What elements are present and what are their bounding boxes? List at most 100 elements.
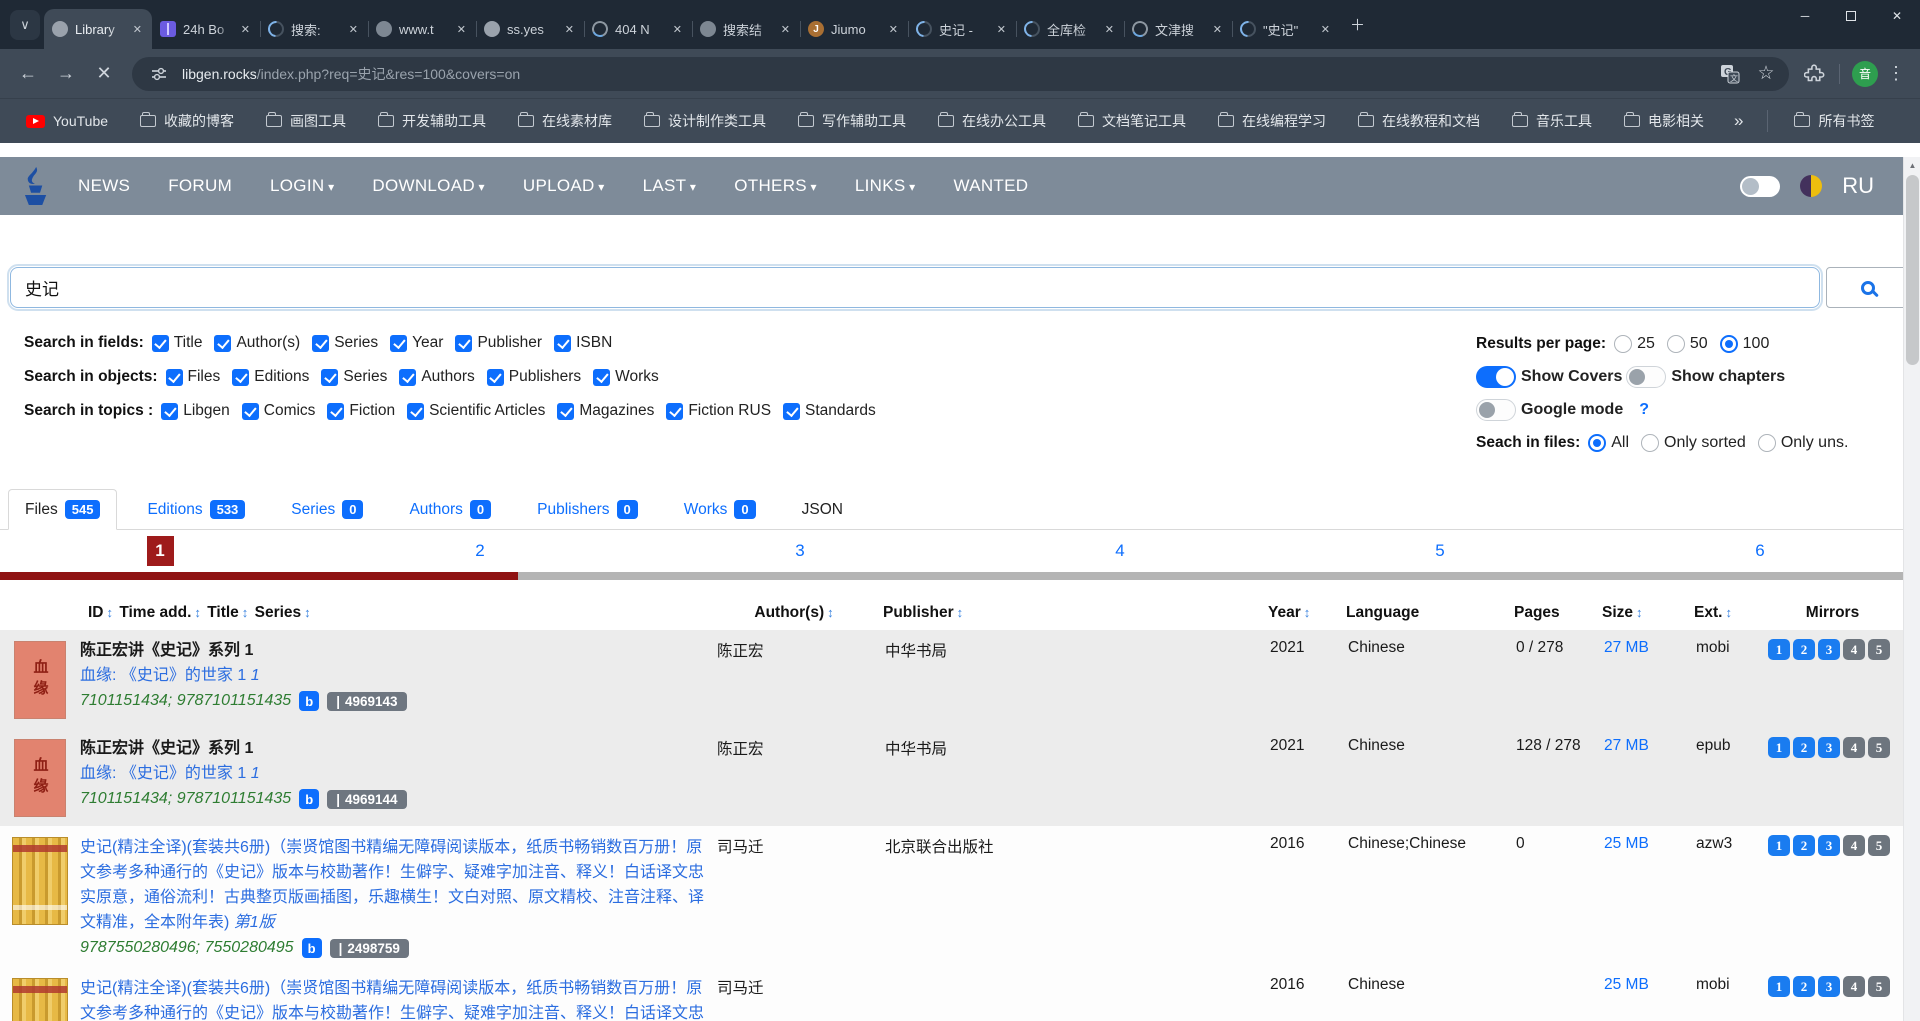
sort-id[interactable]: ID↕ <box>88 604 115 621</box>
nav-download[interactable]: DOWNLOAD <box>372 176 484 196</box>
search-input[interactable] <box>10 267 1820 308</box>
page-scrollbar[interactable]: ▲ <box>1903 157 1920 1021</box>
file-id-badge[interactable]: |4969144 <box>327 790 406 809</box>
page-6-link[interactable]: 6 <box>1755 541 1764 560</box>
object-series[interactable]: Series <box>321 368 387 386</box>
radio-icon[interactable] <box>1758 434 1776 452</box>
checkbox-checked-icon[interactable] <box>214 335 231 352</box>
mirror-3[interactable]: 3 <box>1818 737 1840 758</box>
object-works[interactable]: Works <box>593 368 659 386</box>
site-settings-icon[interactable] <box>146 61 172 87</box>
object-files[interactable]: Files <box>166 368 221 386</box>
topic-fiction-rus[interactable]: Fiction RUS <box>666 402 771 420</box>
checkbox-checked-icon[interactable] <box>554 335 571 352</box>
radio-icon[interactable] <box>1614 335 1632 353</box>
window-maximize-button[interactable] <box>1828 0 1874 32</box>
radio-icon[interactable] <box>1641 434 1659 452</box>
tab-series[interactable]: Series0 <box>275 490 379 529</box>
bookmark-folder[interactable]: 设计制作类工具 <box>632 106 778 136</box>
edition-label[interactable]: 第1版 <box>234 914 275 931</box>
window-close-button[interactable]: ✕ <box>1874 0 1920 32</box>
checkbox-checked-icon[interactable] <box>390 335 407 352</box>
mirror-2[interactable]: 2 <box>1793 639 1815 660</box>
url-text[interactable]: libgen.rocks/index.php?req=史记&res=100&co… <box>182 64 1707 84</box>
bookmark-folder[interactable]: 在线办公工具 <box>926 106 1058 136</box>
radio-icon[interactable] <box>1667 335 1685 353</box>
toggle-off-icon[interactable] <box>1626 366 1666 388</box>
filter-isbn[interactable]: ISBN <box>554 334 612 352</box>
show-chapters-toggle[interactable]: Show chapters <box>1626 366 1785 388</box>
page-2-link[interactable]: 2 <box>475 541 484 560</box>
object-authors[interactable]: Authors <box>399 368 474 386</box>
sif-all[interactable]: All <box>1588 434 1629 452</box>
checkbox-checked-icon[interactable] <box>455 335 472 352</box>
checkbox-checked-icon[interactable] <box>327 403 344 420</box>
nav-last[interactable]: LAST <box>643 176 697 196</box>
checkbox-checked-icon[interactable] <box>232 369 249 386</box>
tab-close-icon[interactable]: ✕ <box>779 21 792 38</box>
tab-close-icon[interactable]: ✕ <box>347 21 360 38</box>
topic-comics[interactable]: Comics <box>242 402 316 420</box>
libgen-logo-icon[interactable] <box>20 167 50 205</box>
scroll-up-arrow-icon[interactable]: ▲ <box>1904 157 1920 173</box>
sort-title[interactable]: Title↕ <box>207 604 250 621</box>
address-bar[interactable]: libgen.rocks/index.php?req=史记&res=100&co… <box>132 57 1789 91</box>
mirror-3[interactable]: 3 <box>1818 835 1840 856</box>
size-link[interactable]: 25 MB <box>1604 835 1649 852</box>
mirror-5[interactable]: 5 <box>1868 639 1890 660</box>
bookmark-folder[interactable]: 在线素材库 <box>506 106 624 136</box>
browser-tab-library[interactable]: Library ✕ <box>44 9 152 49</box>
sort-time-added[interactable]: Time add.↕ <box>119 604 203 621</box>
language-switch[interactable]: RU <box>1842 173 1874 199</box>
tab-close-icon[interactable]: ✕ <box>1211 21 1224 38</box>
book-cover[interactable] <box>12 978 68 1021</box>
toggle-on-icon[interactable] <box>1476 366 1516 388</box>
mirror-2[interactable]: 2 <box>1793 835 1815 856</box>
size-link[interactable]: 27 MB <box>1604 737 1649 754</box>
mirror-4[interactable]: 4 <box>1843 639 1865 660</box>
mirror-2[interactable]: 2 <box>1793 976 1815 997</box>
book-cover[interactable]: 血缘 <box>14 739 66 817</box>
tab-editions[interactable]: Editions533 <box>131 490 261 529</box>
biblio-badge[interactable]: b <box>299 789 319 809</box>
search-button[interactable] <box>1826 267 1910 308</box>
nav-login[interactable]: LOGIN <box>270 176 334 196</box>
page-1-current[interactable]: 1 <box>147 536 174 566</box>
profile-avatar[interactable]: 音 <box>1852 61 1878 87</box>
mirror-5[interactable]: 5 <box>1868 737 1890 758</box>
browser-tab-shiji-quoted[interactable]: "史记" ✕ <box>1232 9 1340 49</box>
rpp-25[interactable]: 25 <box>1614 335 1655 353</box>
mirror-1[interactable]: 1 <box>1768 639 1790 660</box>
tab-close-icon[interactable]: ✕ <box>1103 21 1116 38</box>
browser-tab-wenjin[interactable]: 文津搜 ✕ <box>1124 9 1232 49</box>
stop-loading-button[interactable]: ✕ <box>88 58 120 90</box>
mirror-1[interactable]: 1 <box>1768 835 1790 856</box>
checkbox-checked-icon[interactable] <box>407 403 424 420</box>
tab-close-icon[interactable]: ✕ <box>563 21 576 38</box>
radio-selected-icon[interactable] <box>1588 434 1606 452</box>
theme-toggle-icon[interactable] <box>1800 175 1822 197</box>
tab-close-icon[interactable]: ✕ <box>887 21 900 38</box>
bookmark-star-icon[interactable]: ☆ <box>1753 61 1779 87</box>
back-button[interactable]: ← <box>12 58 44 90</box>
bookmark-folder[interactable]: 写作辅助工具 <box>786 106 918 136</box>
bookmark-folder[interactable]: 画图工具 <box>254 106 358 136</box>
show-covers-toggle[interactable]: Show Covers <box>1476 366 1622 388</box>
rpp-100[interactable]: 100 <box>1720 335 1770 353</box>
window-minimize-button[interactable]: ─ <box>1782 0 1828 32</box>
filter-publisher[interactable]: Publisher <box>455 334 542 352</box>
mirror-4[interactable]: 4 <box>1843 737 1865 758</box>
radio-selected-icon[interactable] <box>1720 335 1738 353</box>
new-tab-button[interactable]: ＋ <box>1350 14 1365 35</box>
browser-tab-shiji[interactable]: 史记 - ✕ <box>908 9 1016 49</box>
forward-button[interactable]: → <box>50 58 82 90</box>
filter-year[interactable]: Year <box>390 334 443 352</box>
mirror-3[interactable]: 3 <box>1818 639 1840 660</box>
object-publishers[interactable]: Publishers <box>487 368 581 386</box>
sort-size[interactable]: Size↕ <box>1598 596 1690 630</box>
google-mode-help-link[interactable]: ? <box>1639 401 1649 419</box>
toggle-off-icon[interactable] <box>1476 399 1516 421</box>
file-id-badge[interactable]: |2498759 <box>330 939 409 958</box>
mirror-5[interactable]: 5 <box>1868 835 1890 856</box>
book-cover[interactable]: 血缘 <box>14 641 66 719</box>
